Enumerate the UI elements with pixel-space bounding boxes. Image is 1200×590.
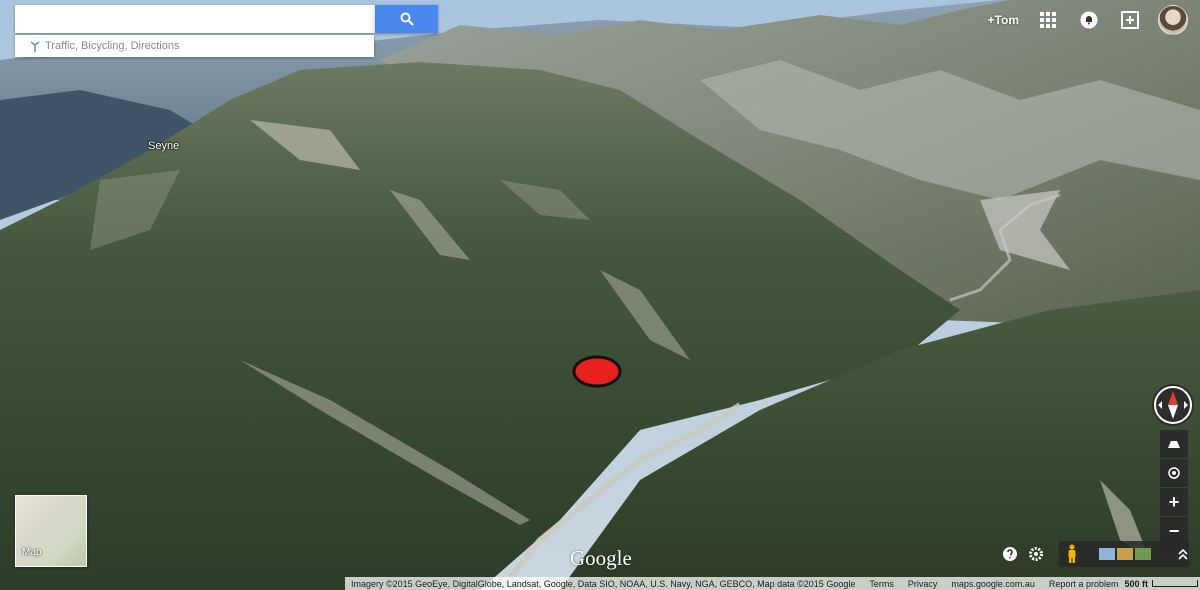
zoom-in-button[interactable]: + [1160, 488, 1188, 516]
chevron-up-icon[interactable] [1177, 548, 1189, 560]
imagery-thumb-2[interactable] [1117, 548, 1133, 560]
privacy-link[interactable]: Privacy [908, 579, 938, 589]
terms-link[interactable]: Terms [869, 579, 894, 589]
satellite-3d-terrain[interactable] [0, 0, 1200, 590]
gear-icon[interactable] [1028, 546, 1044, 562]
imagery-attribution: Imagery ©2015 GeoEye, DigitalGlobe, Land… [351, 578, 856, 589]
help-icon[interactable] [1002, 546, 1018, 562]
my-location-icon[interactable] [1160, 459, 1188, 487]
footer-bar: Imagery ©2015 GeoEye, DigitalGlobe, Land… [345, 577, 1200, 590]
imagery-thumb-1[interactable] [1099, 548, 1115, 560]
scale-bar[interactable]: 500 ft [1124, 579, 1198, 589]
apps-grid-icon[interactable] [1035, 7, 1061, 33]
directions-icon [30, 41, 40, 52]
scale-line [1151, 580, 1198, 587]
google-logo: Google [570, 546, 632, 570]
search-icon [400, 12, 414, 26]
report-problem-link[interactable]: Report a problem [1049, 579, 1119, 589]
directions-suggestion[interactable]: Traffic, Bicycling, Directions [15, 35, 374, 57]
scale-label: 500 ft [1124, 578, 1148, 589]
red-ellipse-marker [572, 355, 622, 388]
domain-link[interactable]: maps.google.com.au [951, 579, 1035, 589]
map-view-switcher[interactable]: Map [15, 495, 87, 567]
imagery-thumb-3[interactable] [1135, 548, 1151, 560]
share-icon[interactable] [1117, 7, 1143, 33]
notifications-icon[interactable] [1076, 7, 1102, 33]
help-tools [1002, 546, 1044, 562]
avatar[interactable] [1158, 5, 1188, 35]
place-label-seyne[interactable]: Seyne [148, 140, 179, 152]
account-bar: +Tom [988, 5, 1188, 35]
tilt-icon[interactable] [1160, 430, 1188, 458]
minimap-label: Map [22, 547, 42, 558]
imagery-strip [1059, 541, 1189, 567]
plus-user-link[interactable]: +Tom [988, 13, 1019, 27]
suggestion-text: Traffic, Bicycling, Directions [45, 40, 180, 52]
map-controls: + − [1160, 430, 1188, 546]
search-button[interactable] [375, 5, 438, 33]
pegman-icon[interactable] [1065, 544, 1079, 564]
compass-icon[interactable] [1152, 384, 1194, 426]
search-input[interactable] [15, 5, 375, 33]
